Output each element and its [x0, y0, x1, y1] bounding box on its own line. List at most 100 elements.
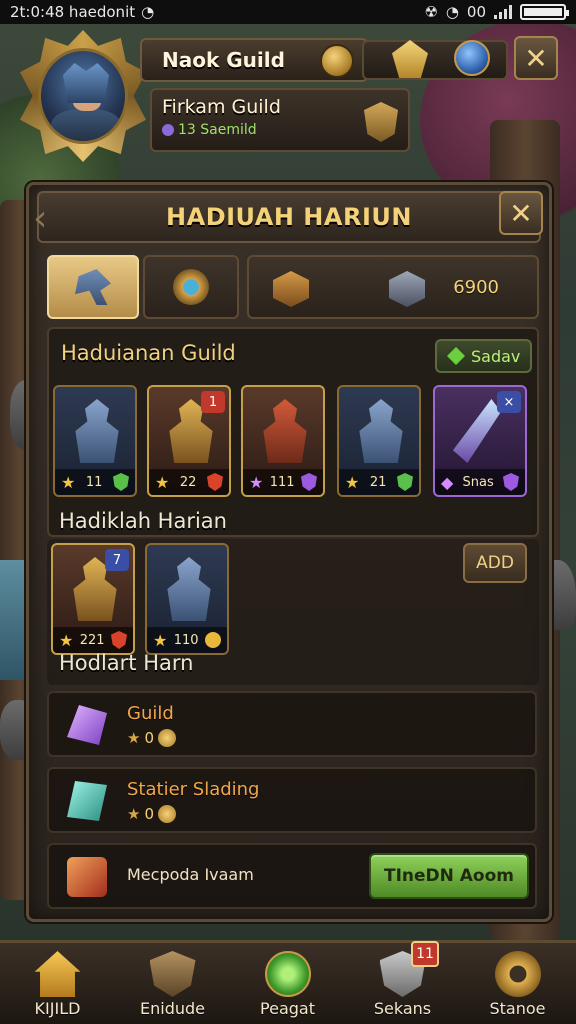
coin-icon	[204, 632, 221, 648]
star-icon: ★	[61, 472, 76, 492]
guild-rewards-box: Haduianan Guild Sadav ★ 11 1 ★ 22 ★ 111 ★ 21…	[47, 327, 539, 537]
row-title: Guild	[127, 703, 174, 724]
wifi-signal-icon: ◔	[445, 3, 459, 21]
house-icon	[34, 951, 81, 997]
row-title: Statier Slading	[127, 779, 260, 800]
action-row-text: Mecpoda Ivaam	[127, 865, 254, 884]
nav-item-sekans[interactable]: 11 Sekans	[345, 941, 460, 1024]
row-amount: 0	[144, 805, 154, 823]
guild-members: 13 Saemild	[178, 122, 257, 138]
row-amount-line: ★ 0	[127, 729, 176, 747]
leaf-icon	[447, 347, 465, 365]
guild-section-button[interactable]: Sadav	[435, 339, 533, 373]
hero-figure	[167, 557, 211, 621]
shield-icon	[206, 473, 223, 491]
leaf-icon	[264, 951, 311, 997]
star-icon: ★	[127, 805, 141, 823]
tab-chest[interactable]: 6900	[247, 255, 539, 319]
shield-icon	[110, 631, 127, 649]
card-badge: 7	[105, 549, 129, 571]
shield-icon	[149, 951, 196, 997]
reward-row[interactable]: Statier Slading ★ 0	[47, 767, 537, 833]
reward-card[interactable]: × ◆ Snas	[433, 385, 527, 497]
add-button[interactable]: ADD	[463, 543, 527, 583]
star-icon: ★	[345, 472, 360, 492]
reward-card[interactable]: ★ 111	[241, 385, 325, 497]
card-value: 21	[369, 474, 387, 490]
card-value: 22	[179, 474, 197, 490]
wifi-icon: ◔	[141, 3, 155, 21]
gem-icon: ◆	[441, 472, 454, 492]
status-right-text: 00	[466, 3, 486, 21]
cyan-crystal-icon	[67, 781, 107, 821]
signal-icon	[494, 5, 512, 19]
guild-name: Firkam Guild	[162, 96, 281, 118]
nav-item-enidude[interactable]: Enidude	[115, 943, 230, 1024]
action-row: Mecpoda Ivaam TIneDN Aoom	[47, 843, 537, 909]
close-button[interactable]: ✕	[514, 36, 558, 80]
player-avatar[interactable]	[20, 30, 146, 162]
nav-label: Sekans	[373, 999, 432, 1018]
nav-label: KIJILD	[34, 999, 81, 1018]
nav-item-peagat[interactable]: Peagat	[230, 943, 345, 1024]
close-icon: ✕	[509, 196, 533, 230]
claim-button[interactable]: TIneDN Aoom	[369, 853, 529, 899]
staff-figure	[453, 399, 501, 463]
row-amount: 0	[144, 729, 154, 747]
rewards-panel: ‹ HADIUAH HARIUN ✕ 6900 Haduianan Guild …	[26, 182, 552, 922]
player-name-plate[interactable]: Naok Guild	[140, 38, 368, 82]
reward-card[interactable]: ★ 11	[53, 385, 137, 497]
reward-card[interactable]: ★ 21	[337, 385, 421, 497]
hammer-icon	[75, 269, 111, 305]
star-icon: ★	[155, 472, 170, 492]
nav-item-kijild[interactable]: KIJILD	[0, 943, 115, 1024]
chest-icon	[389, 271, 425, 307]
panel-close-button[interactable]: ✕	[499, 191, 543, 235]
card-value: Snas	[462, 474, 494, 490]
chest-count: 6900	[453, 277, 499, 298]
card-value: 11	[85, 474, 103, 490]
status-bar: 2t:0:48 haedonit ◔ ☢ ◔ 00	[0, 0, 576, 24]
panel-title-bar: ‹ HADIUAH HARIUN	[33, 191, 541, 243]
guild-section-button-label: Sadav	[471, 346, 521, 366]
tab-medal[interactable]	[143, 255, 239, 319]
guild-members-line: 13 Saemild	[162, 122, 398, 138]
reward-card[interactable]: 7 ★ 221	[51, 543, 135, 655]
reward-row[interactable]: Guild ★ 0	[47, 691, 537, 757]
medal-icon	[173, 269, 209, 305]
list-label: Hodlart Harn	[59, 651, 194, 675]
member-icon	[162, 124, 174, 136]
coin-icon	[320, 44, 354, 78]
card-value: 110	[173, 632, 199, 648]
back-arrow-icon[interactable]: ‹	[33, 199, 61, 239]
shield-icon	[502, 473, 519, 491]
shield-icon	[112, 473, 129, 491]
panel-title: HADIUAH HARIUN	[166, 203, 412, 231]
nav-label: Peagat	[260, 999, 315, 1018]
row-amount-line: ★ 0	[127, 805, 176, 823]
reward-tabs: 6900	[47, 255, 539, 319]
coin-icon	[158, 805, 176, 823]
purple-crystal-icon	[67, 705, 107, 745]
reward-card[interactable]: 1 ★ 22	[147, 385, 231, 497]
card-badge: ×	[497, 391, 521, 413]
card-badge: 1	[201, 391, 225, 413]
shield-icon	[396, 473, 413, 491]
star-icon: ★	[153, 630, 168, 650]
card-value: 221	[79, 632, 105, 648]
guild-info-plate[interactable]: Firkam Guild 13 Saemild	[150, 88, 410, 152]
star-icon: ★	[249, 472, 264, 492]
notification-badge: 11	[411, 941, 439, 967]
battery-icon	[520, 4, 569, 20]
blue-orb-icon[interactable]	[454, 40, 490, 76]
shield-icon	[300, 473, 317, 491]
hero-figure	[263, 399, 307, 463]
tab-hammer[interactable]	[47, 255, 139, 319]
daily-section-label: Hadiklah Harian	[59, 509, 227, 533]
guild-section-label: Haduianan Guild	[61, 341, 236, 365]
nav-item-stanoe[interactable]: Stanoe	[460, 943, 575, 1024]
nav-label: Stanoe	[489, 999, 546, 1018]
reward-card[interactable]: ★ 110	[145, 543, 229, 655]
status-time: 2t:0:48 haedonit	[10, 3, 136, 21]
hero-figure	[75, 399, 119, 463]
